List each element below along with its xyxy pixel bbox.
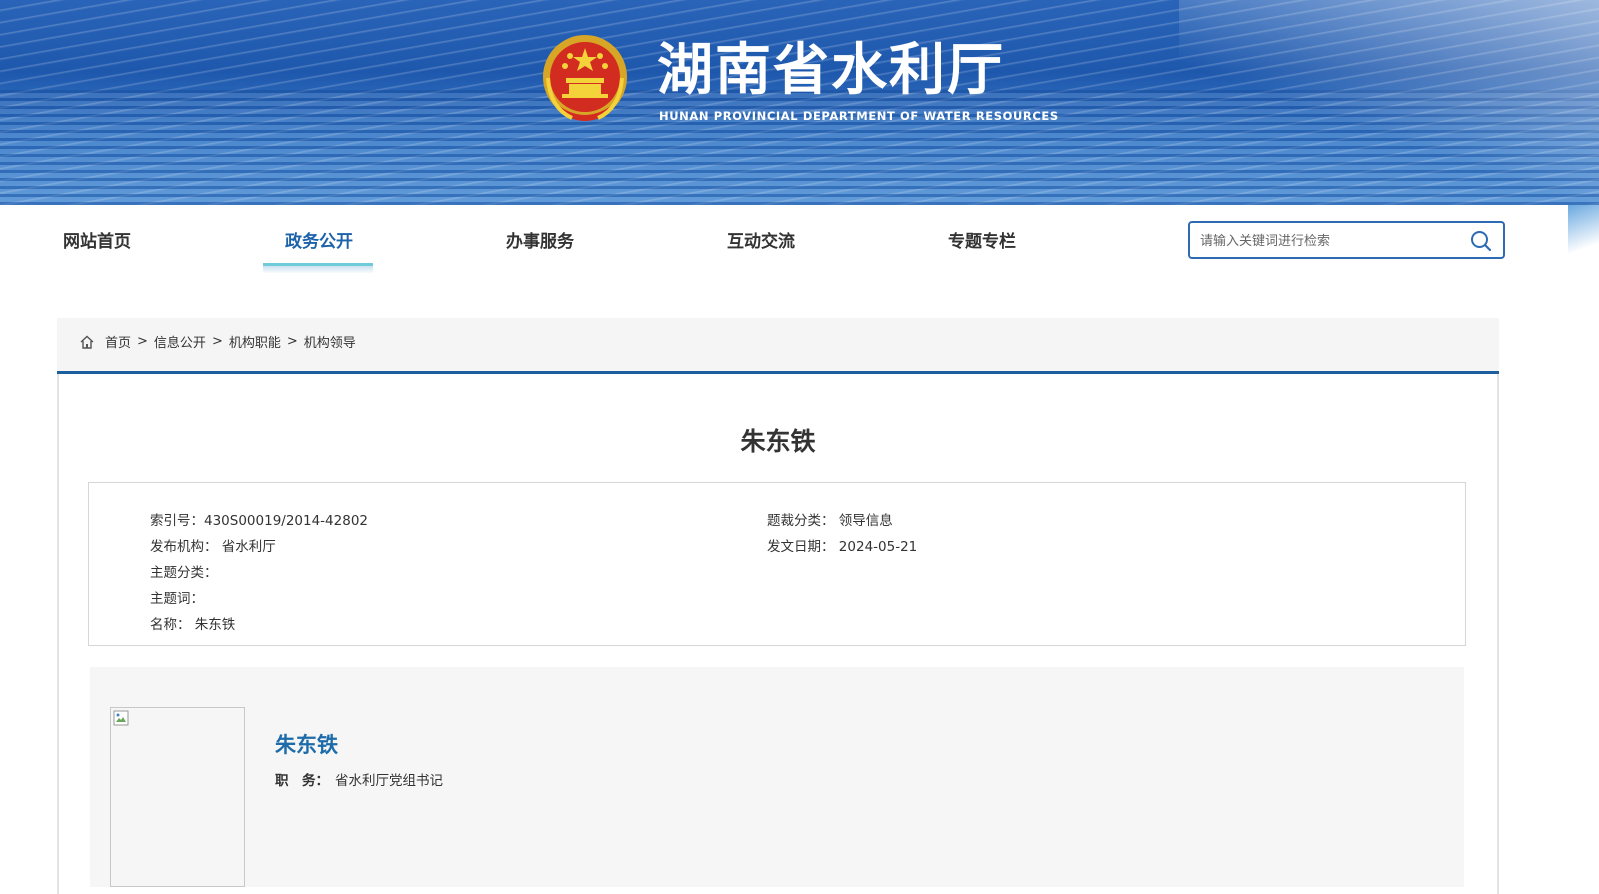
meta-name: 名称： 朱东铁 xyxy=(150,617,236,633)
meta-publisher: 发布机构： 省水利厅 xyxy=(150,539,276,555)
breadcrumb: 首页 > 信息公开 > 机构职能 > 机构领导 xyxy=(57,318,1499,372)
nav-item-home[interactable]: 网站首页 xyxy=(63,227,131,252)
breadcrumb-info-disclosure[interactable]: 信息公开 xyxy=(154,332,206,351)
nav-item-interaction[interactable]: 互动交流 xyxy=(727,227,795,252)
breadcrumb-separator: > xyxy=(211,334,223,349)
broken-image-icon xyxy=(113,710,129,726)
home-icon[interactable] xyxy=(79,334,95,350)
breadcrumb-functions[interactable]: 机构职能 xyxy=(229,332,281,351)
profile-position: 职 务： 省水利厅党组书记 xyxy=(275,769,443,789)
nav-active-indicator xyxy=(263,263,373,273)
search-input[interactable] xyxy=(1200,230,1460,252)
main-nav: 网站首页 政务公开 办事服务 互动交流 专题专栏 xyxy=(0,205,1568,285)
banner-highlight xyxy=(1179,0,1599,205)
side-decoration xyxy=(1568,205,1599,265)
breadcrumb-home[interactable]: 首页 xyxy=(105,332,131,351)
article-title: 朱东铁 xyxy=(740,427,816,456)
position-label: 职 务： xyxy=(275,773,329,789)
breadcrumb-separator: > xyxy=(137,334,148,349)
site-title: 湖南省水利厅 xyxy=(657,38,1005,103)
meta-index: 索引号：430S00019/2014-42802 xyxy=(150,513,369,529)
nav-item-topics[interactable]: 专题专栏 xyxy=(948,227,1016,252)
profile-name: 朱东铁 xyxy=(275,733,338,757)
position-value: 省水利厅党组书记 xyxy=(335,773,443,789)
site-subtitle: HUNAN PROVINCIAL DEPARTMENT OF WATER RES… xyxy=(659,109,1059,123)
meta-date: 发文日期： 2024-05-21 xyxy=(767,539,918,555)
meta-genre: 题裁分类： 领导信息 xyxy=(767,513,893,529)
breadcrumb-separator: > xyxy=(286,334,298,349)
breadcrumb-leadership[interactable]: 机构领导 xyxy=(304,332,356,351)
leader-profile: 朱东铁 职 务： 省水利厅党组书记 xyxy=(90,667,1464,887)
nav-item-services[interactable]: 办事服务 xyxy=(506,227,574,252)
meta-keywords: 主题词： xyxy=(150,591,204,607)
national-emblem-icon xyxy=(543,35,627,121)
metadata-box: 索引号：430S00019/2014-42802 发布机构： 省水利厅 主题分类… xyxy=(88,482,1466,646)
header-banner: 湖南省水利厅 HUNAN PROVINCIAL DEPARTMENT OF WA… xyxy=(0,0,1599,205)
meta-topic: 主题分类： xyxy=(150,565,218,581)
nav-item-government-affairs[interactable]: 政务公开 xyxy=(285,227,353,252)
leader-photo xyxy=(110,707,245,887)
search-box xyxy=(1188,221,1505,259)
search-icon[interactable] xyxy=(1469,229,1493,253)
